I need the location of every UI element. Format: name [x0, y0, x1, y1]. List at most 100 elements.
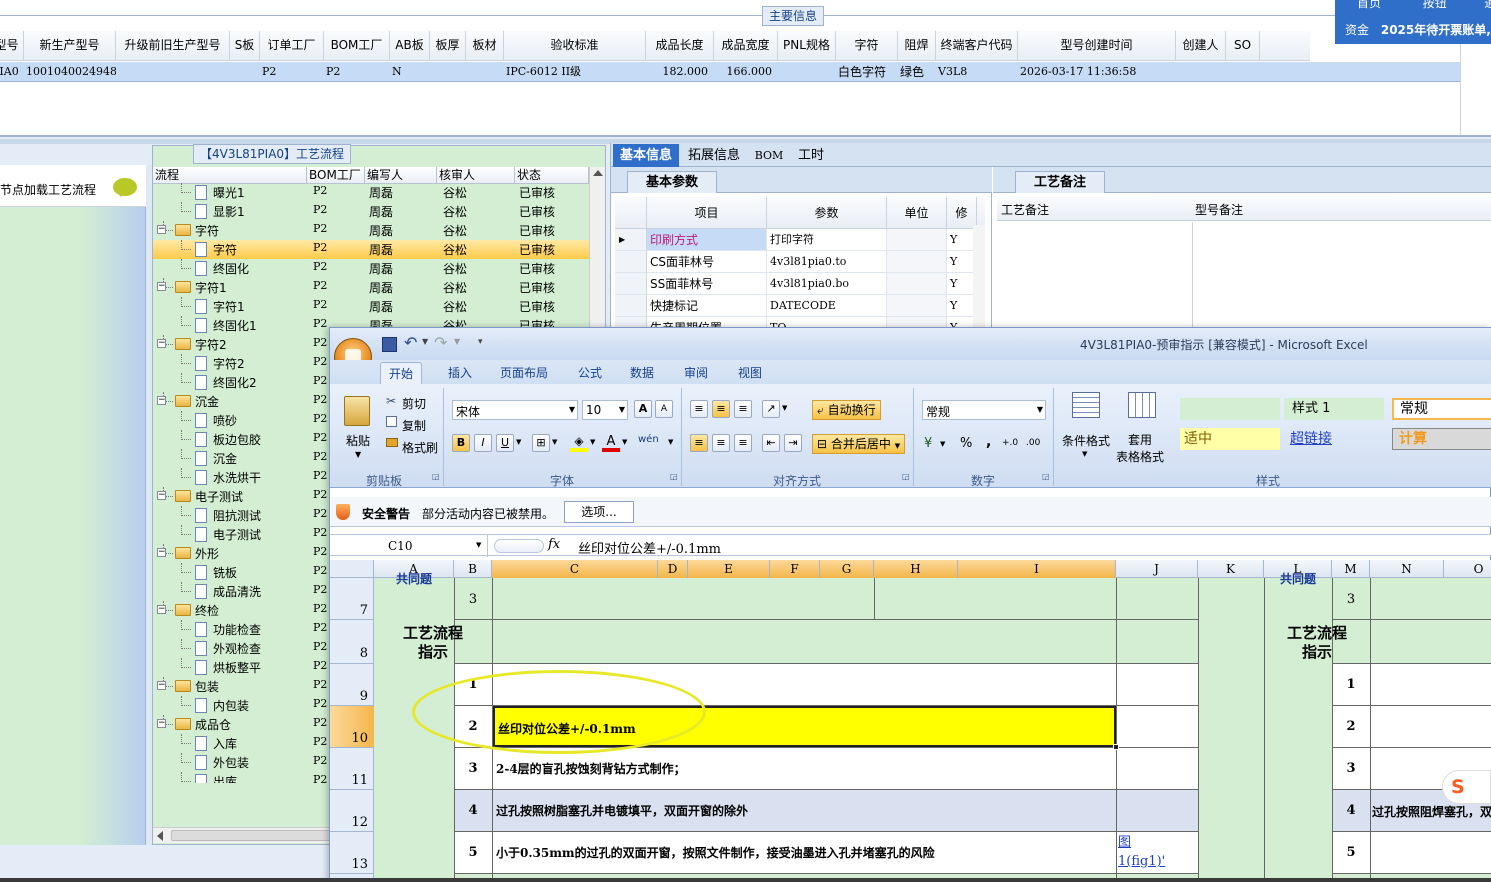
process-title-left[interactable]: 工艺流程 指示 — [374, 624, 492, 662]
column-header[interactable]: B — [454, 560, 492, 578]
merge-center-button[interactable]: ⊟ 合并后居中 ▼ — [812, 434, 906, 454]
process-flow-vscroll[interactable] — [589, 167, 605, 327]
item-text-cell[interactable]: 小于0.35mm的过孔的双面开窗，按照文件制作，接受油墨进入孔并堵塞孔的风险 — [493, 832, 1116, 873]
hyperlink-cell[interactable]: 图 1(fig1)' — [1118, 833, 1198, 871]
params-unit[interactable] — [887, 295, 947, 317]
top-grid-col-header[interactable]: SO — [1226, 31, 1260, 60]
tab-work-hours[interactable]: 工时 — [791, 144, 831, 167]
ribbon-tab[interactable]: 数据 — [622, 362, 662, 384]
item-text-cell[interactable]: 过孔按照树脂塞孔并电镀填平，双面开窗的除外 — [493, 790, 1116, 831]
top-grid-col-header[interactable]: PNL规格 — [778, 31, 836, 60]
top-grid-row[interactable]: PIA010010400249488P2P2NIPC-6012 II级182.0… — [0, 62, 1460, 82]
currency-dropdown-icon[interactable]: ▼ — [940, 440, 945, 448]
top-grid-col-header[interactable]: 终端客户代码 — [936, 31, 1018, 60]
number-format-dropdown-icon[interactable]: ▼ — [1037, 405, 1043, 414]
flow-col-header[interactable]: BOM工厂 — [307, 167, 365, 184]
notification-tab-home[interactable]: 首页 — [1357, 0, 1381, 10]
top-grid-col-header[interactable]: 创建人 — [1176, 31, 1226, 60]
top-grid-col-header[interactable]: 字符 — [836, 31, 898, 60]
ime-icon[interactable]: S — [1442, 770, 1491, 804]
node-load-label[interactable]: 节点加载工艺流程 — [0, 181, 96, 198]
top-grid-col-header[interactable]: 型号 — [0, 31, 24, 60]
font-color-dropdown-icon[interactable]: ▼ — [622, 438, 627, 446]
column-header[interactable]: D — [658, 560, 688, 578]
align-center-icon[interactable]: ≡ — [712, 434, 730, 452]
formula-zoom-icon[interactable] — [494, 539, 544, 553]
column-header[interactable]: I — [958, 560, 1116, 578]
flow-col-header[interactable]: 核审人 — [437, 167, 515, 184]
row-header[interactable]: 10 — [330, 706, 374, 748]
top-grid-cell[interactable] — [1226, 62, 1260, 82]
top-grid-col-header[interactable]: AB板 — [390, 31, 430, 60]
top-grid-col-header[interactable]: S板 — [230, 31, 260, 60]
chat-bubble-icon[interactable] — [113, 178, 137, 197]
top-grid-cell[interactable]: 绿色 — [898, 62, 936, 82]
fill-color-icon[interactable]: ◈ — [570, 434, 588, 452]
tab-basic-params[interactable]: 基本参数 — [627, 171, 717, 193]
flow-col-header[interactable]: 流程 — [153, 167, 307, 184]
top-grid-cell[interactable] — [466, 62, 504, 82]
insert-function-icon[interactable]: fx — [548, 537, 560, 552]
top-grid-cell[interactable]: IPC-6012 II级 — [504, 62, 646, 82]
top-grid-cell[interactable]: V3L8 — [936, 62, 1018, 82]
item-j-cell[interactable] — [1117, 790, 1198, 831]
flow-tree-row[interactable]: 字符 P2 周磊 谷松 已审核 — [153, 240, 589, 259]
params-unit[interactable] — [887, 251, 947, 273]
paste-button[interactable]: 粘贴 — [346, 432, 370, 449]
params-item[interactable]: 印刷方式 — [647, 229, 767, 251]
params-row-indicator[interactable] — [615, 251, 647, 273]
formula-input[interactable]: 丝印对位公差+/-0.1mm — [578, 538, 721, 557]
top-grid-cell[interactable] — [778, 62, 836, 82]
row-header[interactable]: 13 — [330, 832, 374, 874]
column-header[interactable]: H — [874, 560, 958, 578]
params-value[interactable]: DATECODE — [767, 295, 887, 317]
row-header[interactable]: 9 — [330, 664, 374, 706]
params-row-indicator[interactable]: ▶ — [615, 229, 647, 251]
top-grid-cell[interactable]: P2 — [260, 62, 324, 82]
flow-tree-row[interactable]: − 字符 P2 周磊 谷松 已审核 — [153, 221, 589, 240]
flow-tree-row[interactable]: 曝光1 P2 周磊 谷松 已审核 — [153, 183, 589, 202]
params-item[interactable]: CS面菲林号 — [647, 251, 767, 273]
top-grid-col-header[interactable]: 升级前旧生产型号 — [116, 31, 230, 60]
ribbon-tab[interactable]: 插入 — [440, 362, 480, 384]
align-middle-icon[interactable]: ≡ — [712, 400, 730, 418]
fill-handle[interactable] — [1113, 744, 1119, 750]
undo-dropdown-icon[interactable]: ▼ — [422, 337, 428, 346]
notification-popup[interactable]: 首页 按钮 通 资金 2025年待开票账单, — [1335, 0, 1491, 44]
item-text-cell-right[interactable] — [1371, 832, 1491, 873]
params-unit[interactable] — [887, 229, 947, 251]
top-grid-col-header[interactable]: 新生产型号 — [24, 31, 116, 60]
font-name-dropdown-icon[interactable]: ▼ — [569, 405, 575, 414]
conditional-format-icon[interactable] — [1072, 392, 1100, 418]
increase-indent-icon[interactable]: ⇥ — [784, 434, 802, 452]
font-color-button[interactable]: A — [602, 434, 620, 452]
style-normal[interactable]: 常规 — [1392, 398, 1491, 420]
column-header[interactable]: E — [688, 560, 770, 578]
params-row-indicator[interactable] — [615, 273, 647, 295]
tab-basic-info[interactable]: 基本信息 — [613, 144, 679, 167]
column-header[interactable]: F — [770, 560, 820, 578]
wrap-text-button[interactable]: ⤶ 自动换行 — [812, 400, 881, 420]
top-grid-vscroll[interactable] — [1460, 40, 1491, 135]
decrease-decimal-button[interactable]: .00 — [1026, 438, 1040, 448]
orientation-icon[interactable]: ↗ — [762, 400, 780, 418]
params-value[interactable]: 4v3l81pia0.bo — [767, 273, 887, 295]
column-header[interactable]: K — [1198, 560, 1264, 578]
number-launcher-icon[interactable]: ◲ — [1042, 472, 1050, 481]
item-j-cell[interactable] — [1117, 664, 1198, 705]
clipboard-launcher-icon[interactable]: ◲ — [432, 472, 440, 481]
tree-collapse-icon[interactable]: − — [157, 548, 166, 557]
currency-button[interactable]: ¥ — [924, 436, 932, 451]
column-header[interactable]: C — [492, 560, 658, 578]
phonetic-dropdown-icon[interactable]: ▼ — [668, 438, 673, 446]
top-grid-col-header[interactable]: BOM工厂 — [324, 31, 390, 60]
top-grid-col-header[interactable]: 订单工厂 — [260, 31, 324, 60]
conditional-format-button[interactable]: 条件格式 — [1062, 432, 1110, 449]
row-header[interactable]: 12 — [330, 790, 374, 832]
ribbon-tab[interactable]: 开始 — [380, 362, 423, 384]
ribbon-tab[interactable]: 公式 — [570, 362, 610, 384]
cut-button[interactable]: 剪切 — [402, 395, 426, 412]
format-painter-icon[interactable] — [386, 438, 398, 447]
percent-button[interactable]: % — [960, 436, 972, 451]
font-launcher-icon[interactable]: ◲ — [670, 472, 678, 481]
